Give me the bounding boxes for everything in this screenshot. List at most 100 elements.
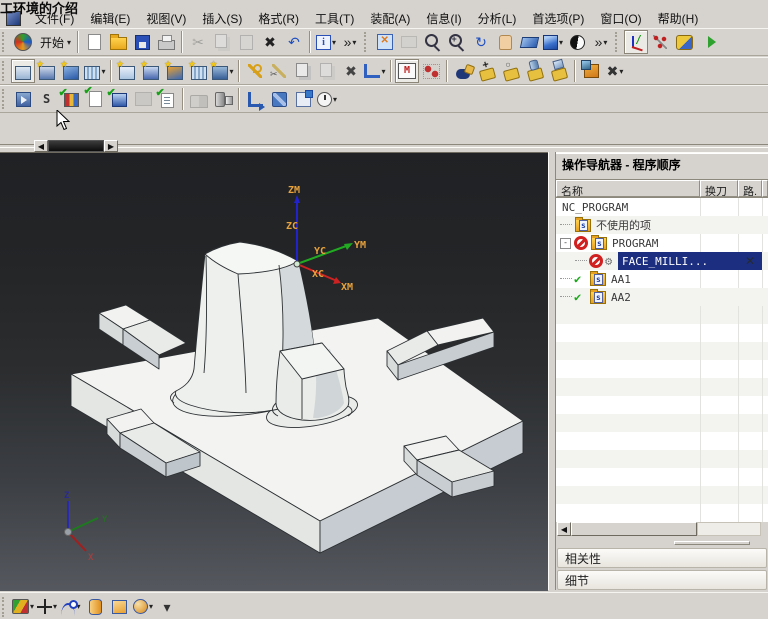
- sphere-snap-icon-dropdown[interactable]: ▾: [149, 602, 153, 611]
- menu-item-help[interactable]: 帮助(H): [650, 8, 707, 29]
- graphics-viewport[interactable]: ZM ZC YC YM XC XM Z Y X: [0, 152, 548, 591]
- information-icon[interactable]: ▾: [314, 30, 338, 54]
- tree-column-header[interactable]: 名称换刀路.: [556, 180, 768, 197]
- tree-row[interactable]: 不使用的项: [556, 216, 768, 234]
- create-tool-icon[interactable]: [35, 59, 59, 83]
- snap-point-icon[interactable]: ▾: [11, 595, 35, 619]
- menu-item-tools[interactable]: 工具(T): [307, 8, 362, 29]
- tool-display-icon[interactable]: [211, 87, 235, 111]
- workpiece-icon[interactable]: ▾: [211, 59, 235, 83]
- point-constructor-icon[interactable]: ▾: [35, 595, 59, 619]
- cylinder-tag-icon[interactable]: [523, 59, 547, 83]
- panel-scroll-thumb[interactable]: [571, 522, 697, 536]
- replay-toolpath-icon[interactable]: [35, 87, 59, 111]
- panel-resize-handle[interactable]: [674, 541, 750, 545]
- create-geometry-icon[interactable]: [59, 59, 83, 83]
- menu-item-preferences[interactable]: 首选项(P): [524, 8, 592, 29]
- history-icon[interactable]: ▾: [315, 87, 339, 111]
- menu-item-insert[interactable]: 插入(S): [194, 8, 250, 29]
- output-clsf-icon[interactable]: [243, 87, 267, 111]
- menu-item-window[interactable]: 窗口(O): [592, 8, 649, 29]
- menu-item-analysis[interactable]: 分析(L): [470, 8, 525, 29]
- start-menu-button[interactable]: 开始▾: [35, 30, 74, 54]
- scrollbar-piece[interactable]: ◀ ▶: [34, 140, 118, 152]
- render-style-icon[interactable]: [565, 30, 589, 54]
- toolbar-overflow-icon-dropdown[interactable]: ▾: [352, 38, 356, 47]
- cylinder-snap-icon[interactable]: [83, 595, 107, 619]
- toolbar-grip[interactable]: [615, 32, 621, 52]
- delete-all-icon[interactable]: ✖▾: [603, 59, 627, 83]
- zoom-in-out-icon[interactable]: [445, 30, 469, 54]
- orient-view-icon[interactable]: [624, 30, 648, 54]
- menu-item-information[interactable]: 信息(I): [418, 8, 469, 29]
- toolbar-overflow-icon[interactable]: »▾: [338, 30, 362, 54]
- sphere-snap-icon[interactable]: ▾: [131, 595, 155, 619]
- fit-view-icon[interactable]: [373, 30, 397, 54]
- create-operation-icon[interactable]: [115, 59, 139, 83]
- view-overflow-icon-dropdown[interactable]: ▾: [603, 38, 607, 47]
- tree-row[interactable]: NC_PROGRAM: [556, 198, 768, 216]
- toolbar-grip[interactable]: [2, 89, 8, 109]
- workpiece-icon-dropdown[interactable]: ▾: [229, 67, 233, 76]
- delete-icon[interactable]: ✖: [258, 30, 282, 54]
- roles-icon[interactable]: [672, 30, 696, 54]
- zoom-region-icon[interactable]: [421, 30, 445, 54]
- panel-splitter[interactable]: [548, 152, 556, 590]
- shaded-display-icon-dropdown[interactable]: ▾: [559, 38, 563, 47]
- nx-logo-icon[interactable]: [11, 30, 35, 54]
- constraints-icon[interactable]: [648, 30, 672, 54]
- create-program-icon[interactable]: [11, 59, 35, 83]
- find-object-icon[interactable]: [451, 59, 475, 83]
- point-constructor-icon-dropdown[interactable]: ▾: [53, 602, 57, 611]
- copy-object-icon[interactable]: [291, 59, 315, 83]
- scroll-right-button[interactable]: ▶: [104, 140, 118, 152]
- snap-more-icon[interactable]: ▾: [155, 595, 179, 619]
- panel-scroll-track[interactable]: [697, 522, 761, 536]
- column-header-0[interactable]: 名称: [556, 180, 700, 197]
- verify-toolpath-icon[interactable]: [59, 87, 83, 111]
- new-file-icon[interactable]: [82, 30, 106, 54]
- block-snap-icon[interactable]: [107, 595, 131, 619]
- undo-icon[interactable]: ↶: [282, 30, 306, 54]
- toolpath-list-icon[interactable]: [395, 59, 419, 83]
- delete-object-icon[interactable]: ✖: [339, 59, 363, 83]
- snap-point-icon-dropdown[interactable]: ▾: [30, 602, 34, 611]
- scroll-thumb[interactable]: [48, 140, 104, 152]
- display-object-icon[interactable]: [163, 59, 187, 83]
- history-icon-dropdown[interactable]: ▾: [333, 95, 337, 104]
- geometry-view-icon[interactable]: [187, 59, 211, 83]
- menu-item-format[interactable]: 格式(R): [250, 8, 307, 29]
- tree-row[interactable]: ⚙FACE_MILLI...✕: [556, 252, 768, 270]
- toolbar-grip[interactable]: [2, 32, 8, 52]
- expand-toggle[interactable]: -: [560, 238, 571, 249]
- print-icon[interactable]: [154, 30, 178, 54]
- tree-row[interactable]: ✔AA1: [556, 270, 768, 288]
- create-method-icon[interactable]: ▾: [83, 59, 107, 83]
- clipped-edge-icon[interactable]: [696, 30, 720, 54]
- list-toolpath-icon[interactable]: [83, 87, 107, 111]
- object-path-icon-dropdown[interactable]: ▾: [381, 67, 385, 76]
- section-details[interactable]: 细节: [557, 570, 767, 590]
- view-overflow-icon[interactable]: »▾: [589, 30, 613, 54]
- menu-item-assemblies[interactable]: 装配(A): [362, 8, 418, 29]
- open-file-icon[interactable]: [106, 30, 130, 54]
- tree-row[interactable]: ✔AA2: [556, 288, 768, 306]
- toolbar-grip[interactable]: [364, 32, 370, 52]
- object-path-icon[interactable]: ▾: [363, 59, 387, 83]
- transform-path-icon[interactable]: [267, 87, 291, 111]
- box-tag-icon[interactable]: [547, 59, 571, 83]
- information-icon-dropdown[interactable]: ▾: [332, 38, 336, 47]
- toolbar-grip[interactable]: [2, 61, 8, 81]
- column-header-1[interactable]: 换刀: [700, 180, 738, 197]
- save-icon[interactable]: [130, 30, 154, 54]
- create-method-icon-dropdown[interactable]: ▾: [101, 67, 105, 76]
- plus-tag-icon[interactable]: [475, 59, 499, 83]
- create-block-icon[interactable]: [579, 59, 603, 83]
- viewport-horizontal-scrollbar[interactable]: ◀ ▶: [0, 140, 768, 152]
- pan-icon[interactable]: [493, 30, 517, 54]
- shaded-display-icon[interactable]: ▾: [541, 30, 565, 54]
- panel-scroll-left-button[interactable]: ◀: [557, 522, 571, 536]
- generate-toolpath-icon[interactable]: [11, 87, 35, 111]
- perspective-icon[interactable]: [517, 30, 541, 54]
- tree-row[interactable]: -PROGRAM: [556, 234, 768, 252]
